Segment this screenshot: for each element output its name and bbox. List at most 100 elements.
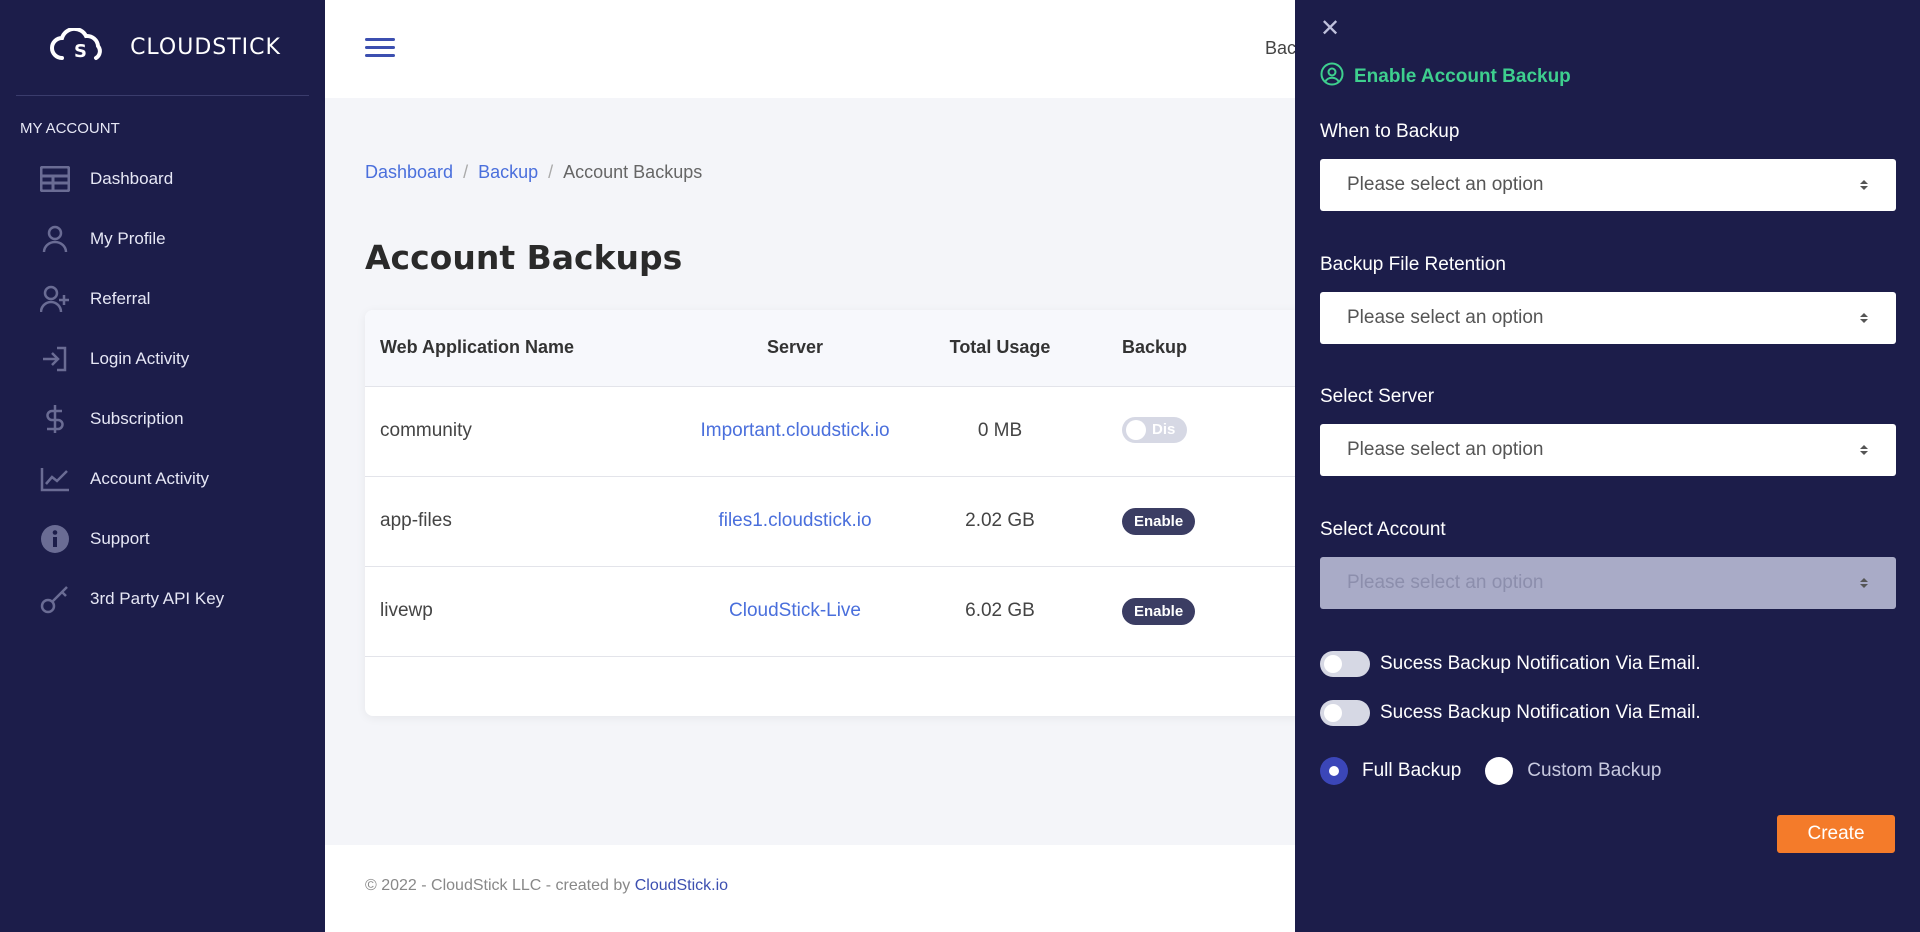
svg-text:S: S xyxy=(74,41,87,62)
account-select[interactable]: Please select an option xyxy=(1320,557,1896,609)
backup-status-cell: Enable xyxy=(1075,566,1325,657)
column-header-usage: Total Usage xyxy=(925,310,1075,387)
enable-backup-drawer: ✕ Enable Account Backup When to Backup P… xyxy=(1295,0,1920,932)
notification-toggle[interactable] xyxy=(1320,651,1370,677)
column-header-server: Server xyxy=(665,310,925,387)
breadcrumb-dashboard[interactable]: Dashboard xyxy=(365,162,453,182)
notification-toggle-row: Sucess Backup Notification Via Email. xyxy=(1320,651,1701,677)
backup-status-cell: Enable xyxy=(1075,476,1325,567)
sidebar-item-label: Login Activity xyxy=(90,349,190,368)
dollar-icon xyxy=(40,404,70,434)
backup-toggle-disabled[interactable]: Dis xyxy=(1122,416,1188,443)
chart-icon xyxy=(40,464,70,494)
brand-name: CLOUDSTICK xyxy=(130,35,281,60)
brand-logo[interactable]: S CLOUDSTICK xyxy=(16,0,309,96)
breadcrumb-current: Account Backups xyxy=(563,162,703,182)
notification-toggle-row: Sucess Backup Notification Via Email. xyxy=(1320,700,1701,726)
full-backup-label: Full Backup xyxy=(1362,760,1462,781)
notification-toggle-label: Sucess Backup Notification Via Email. xyxy=(1380,702,1701,723)
retention-label: Backup File Retention xyxy=(1320,254,1506,275)
column-header-backup: Backup xyxy=(1075,310,1325,387)
drawer-title: Enable Account Backup xyxy=(1320,62,1571,92)
column-header-name: Web Application Name xyxy=(365,310,665,387)
server-cell: Important.cloudstick.io xyxy=(665,386,925,477)
usage-cell: 2.02 GB xyxy=(925,476,1075,567)
backup-status-cell: Dis xyxy=(1075,386,1325,477)
user-circle-icon xyxy=(1320,62,1344,92)
footer-link[interactable]: CloudStick.io xyxy=(635,877,728,894)
backups-table: Web Application Name Server Total Usage … xyxy=(365,310,1325,657)
key-icon xyxy=(40,584,70,614)
drawer-title-text: Enable Account Backup xyxy=(1354,66,1571,87)
sidebar-section-title: MY ACCOUNT xyxy=(20,120,120,137)
dashboard-icon xyxy=(40,164,70,194)
sidebar-item-api-key[interactable]: 3rd Party API Key xyxy=(0,569,325,629)
sidebar-item-label: 3rd Party API Key xyxy=(90,589,225,608)
backup-type-radio-group: Full Backup Custom Backup xyxy=(1320,757,1685,785)
usage-cell: 6.02 GB xyxy=(925,566,1075,657)
footer-text: © 2022 - CloudStick LLC - created by Clo… xyxy=(365,877,729,894)
footer: © 2022 - CloudStick LLC - created by Clo… xyxy=(325,845,1295,932)
login-icon xyxy=(40,344,70,374)
server-link[interactable]: CloudStick-Live xyxy=(729,600,861,621)
select-arrows-icon xyxy=(1860,445,1868,455)
close-icon[interactable]: ✕ xyxy=(1320,14,1340,43)
sidebar-item-label: Account Activity xyxy=(90,469,210,488)
sidebar-item-account-activity[interactable]: Account Activity xyxy=(0,449,325,509)
breadcrumb-backup[interactable]: Backup xyxy=(478,162,538,182)
sidebar-item-label: My Profile xyxy=(90,229,166,248)
server-select[interactable]: Please select an option xyxy=(1320,424,1896,476)
notification-toggle-label: Sucess Backup Notification Via Email. xyxy=(1380,653,1701,674)
sidebar-item-my-profile[interactable]: My Profile xyxy=(0,209,325,269)
backups-table-card: Web Application Name Server Total Usage … xyxy=(365,310,1325,716)
select-arrows-icon xyxy=(1860,313,1868,323)
custom-backup-label: Custom Backup xyxy=(1527,760,1662,781)
topbar-partial-text: Bac xyxy=(1265,38,1297,58)
retention-select[interactable]: Please select an option xyxy=(1320,292,1896,344)
create-button[interactable]: Create xyxy=(1777,815,1895,853)
info-icon xyxy=(40,524,70,554)
sidebar-item-login-activity[interactable]: Login Activity xyxy=(0,329,325,389)
page-title: Account Backups xyxy=(365,238,683,277)
select-server-label: Select Server xyxy=(1320,386,1435,407)
server-cell: CloudStick-Live xyxy=(665,566,925,657)
user-plus-icon xyxy=(40,284,70,314)
menu-toggle-icon[interactable] xyxy=(365,38,395,60)
sidebar-item-label: Referral xyxy=(90,289,151,308)
sidebar-item-dashboard[interactable]: Dashboard xyxy=(0,149,325,209)
server-link[interactable]: Important.cloudstick.io xyxy=(700,420,889,441)
backup-status-badge[interactable]: Enable xyxy=(1122,507,1196,535)
table-row: livewp CloudStick-Live 6.02 GB Enable xyxy=(365,566,1325,657)
table-row: community Important.cloudstick.io 0 MB D… xyxy=(365,386,1325,477)
server-cell: files1.cloudstick.io xyxy=(665,476,925,567)
backup-status-badge[interactable]: Enable xyxy=(1122,597,1196,625)
select-arrows-icon xyxy=(1860,180,1868,190)
when-to-backup-select[interactable]: Please select an option xyxy=(1320,159,1896,211)
notification-toggle[interactable] xyxy=(1320,700,1370,726)
select-account-label: Select Account xyxy=(1320,519,1446,540)
sidebar-item-referral[interactable]: Referral xyxy=(0,269,325,329)
cloudstick-logo-icon: S xyxy=(50,27,102,62)
select-arrows-icon xyxy=(1860,578,1868,588)
topbar: Bac xyxy=(325,0,1297,98)
sidebar-item-label: Subscription xyxy=(90,409,184,428)
breadcrumb-separator: / xyxy=(463,162,469,182)
sidebar-item-label: Dashboard xyxy=(90,169,174,188)
sidebar-item-support[interactable]: Support xyxy=(0,509,325,569)
table-row: app-files files1.cloudstick.io 2.02 GB E… xyxy=(365,476,1325,567)
full-backup-radio[interactable] xyxy=(1320,757,1348,785)
app-name-cell: community xyxy=(365,386,665,477)
sidebar-item-label: Support xyxy=(90,529,150,548)
main-content: Dashboard / Backup / Account Backups Account… xyxy=(325,98,1325,932)
user-icon xyxy=(40,224,70,254)
usage-cell: 0 MB xyxy=(925,386,1075,477)
table-header-row: Web Application Name Server Total Usage … xyxy=(365,310,1325,387)
when-to-backup-label: When to Backup xyxy=(1320,121,1460,142)
app-name-cell: app-files xyxy=(365,476,665,567)
app-name-cell: livewp xyxy=(365,566,665,657)
custom-backup-radio[interactable] xyxy=(1485,757,1514,785)
sidebar: S CLOUDSTICK MY ACCOUNT Dashboard My Pro… xyxy=(0,0,325,932)
breadcrumb-separator: / xyxy=(548,162,554,182)
sidebar-item-subscription[interactable]: Subscription xyxy=(0,389,325,449)
server-link[interactable]: files1.cloudstick.io xyxy=(718,510,871,531)
